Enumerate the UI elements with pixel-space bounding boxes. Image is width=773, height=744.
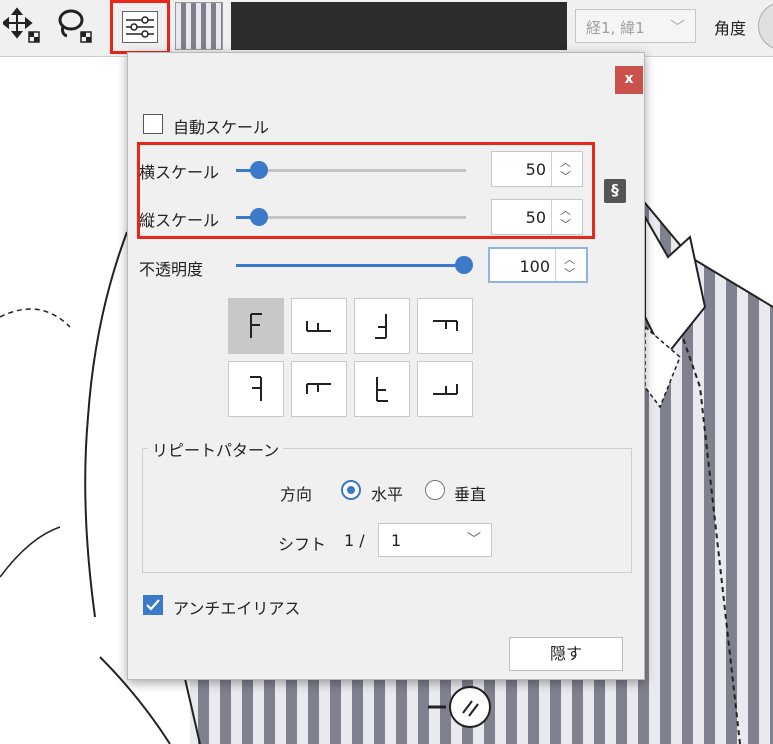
- repeat-pattern-title: リピートパターン: [148, 437, 284, 461]
- chevron-up-icon[interactable]: ︿: [560, 157, 571, 168]
- sliders-icon: [126, 16, 154, 38]
- v-scale-stepper[interactable]: ︿ ﹀: [551, 200, 582, 234]
- v-scale-spinbox[interactable]: 50 ︿ ﹀: [491, 199, 583, 235]
- direction-label: 方向: [280, 485, 313, 504]
- chevron-down-icon[interactable]: ﹀: [560, 219, 571, 230]
- chevron-up-icon[interactable]: ︿: [564, 254, 575, 265]
- h-scale-spinbox[interactable]: 50 ︿ ﹀: [491, 151, 583, 187]
- auto-scale-checkbox[interactable]: [143, 114, 163, 134]
- orientation-normal-button[interactable]: [228, 298, 284, 354]
- orientation-mirror-button[interactable]: [228, 361, 284, 417]
- color-bar[interactable]: [231, 2, 567, 50]
- angle-dial[interactable]: [758, 2, 773, 50]
- f-mirror-rotate270-icon: [433, 384, 458, 395]
- auto-scale-label: 自動スケール: [173, 118, 270, 137]
- opacity-thumb[interactable]: [455, 256, 473, 274]
- opacity-fill: [236, 264, 464, 267]
- orientation-mirror-flip-button[interactable]: [354, 361, 410, 417]
- opacity-spinbox[interactable]: 100 ︿ ﹀: [488, 247, 588, 283]
- opacity-slider[interactable]: [236, 256, 473, 274]
- h-scale-stepper[interactable]: ︿ ﹀: [551, 152, 582, 186]
- lasso-icon[interactable]: [55, 6, 95, 46]
- h-scale-thumb[interactable]: [250, 161, 268, 179]
- antialias-checkbox[interactable]: [143, 595, 163, 615]
- v-scale-slider[interactable]: [236, 208, 466, 226]
- chevron-down-icon: ﹀: [467, 532, 481, 548]
- f-mirror-icon: [250, 376, 262, 401]
- shift-dropdown[interactable]: 1 ﹀: [378, 523, 492, 557]
- horizontal-label: 水平: [371, 485, 404, 504]
- chevron-up-icon[interactable]: ︿: [560, 205, 571, 216]
- shift-prefix: 1 /: [344, 531, 365, 550]
- v-scale-thumb[interactable]: [250, 208, 268, 226]
- h-scale-slider[interactable]: [236, 161, 466, 179]
- orientation-rotate90-button[interactable]: [291, 298, 347, 354]
- move-arrows-icon[interactable]: [3, 6, 43, 46]
- orientation-mirror-rotate90-button[interactable]: [291, 361, 347, 417]
- f-rotate270-icon: [433, 320, 458, 331]
- orientation-mirror-rotate270-button[interactable]: [417, 361, 473, 417]
- weave-select[interactable]: 経1, 緯1 ﹀: [575, 9, 696, 43]
- opacity-label: 不透明度: [139, 260, 204, 279]
- f-mirror-rotate90-icon: [306, 383, 331, 394]
- chain-link-icon[interactable]: §: [604, 179, 626, 203]
- v-scale-label: 縦スケール: [139, 211, 220, 230]
- antialias-label: アンチエイリアス: [173, 599, 301, 618]
- vertical-label: 垂直: [454, 485, 487, 504]
- f-rotate90-icon: [306, 321, 331, 332]
- opacity-stepper[interactable]: ︿ ﹀: [555, 249, 586, 281]
- shift-label: シフト: [278, 535, 327, 554]
- f-mirror-flip-icon: [376, 377, 388, 402]
- angle-label: 角度: [714, 19, 747, 38]
- vertical-radio[interactable]: [425, 480, 445, 500]
- orientation-rotate270-button[interactable]: [417, 298, 473, 354]
- close-button[interactable]: x: [615, 66, 643, 94]
- checkmark-icon: [146, 599, 160, 611]
- chevron-down-icon[interactable]: ﹀: [564, 268, 575, 279]
- hide-button[interactable]: 隠す: [509, 637, 623, 671]
- h-scale-label: 横スケール: [139, 163, 220, 182]
- horizontal-radio[interactable]: [341, 480, 361, 500]
- pattern-settings-button[interactable]: [110, 0, 170, 54]
- chevron-down-icon: ﹀: [669, 18, 685, 36]
- chevron-down-icon[interactable]: ﹀: [560, 171, 571, 182]
- orientation-flip-button[interactable]: [354, 298, 410, 354]
- pattern-settings-dialog: x 自動スケール 横スケール 50 ︿ ﹀ 縦スケール 50 ︿ ﹀ § 不透明…: [127, 52, 645, 680]
- f-flip-icon: [375, 314, 387, 339]
- f-normal-icon: [250, 313, 262, 338]
- pattern-swatch[interactable]: [175, 2, 223, 50]
- toolbar: 経1, 緯1 ﹀ 角度: [0, 0, 773, 57]
